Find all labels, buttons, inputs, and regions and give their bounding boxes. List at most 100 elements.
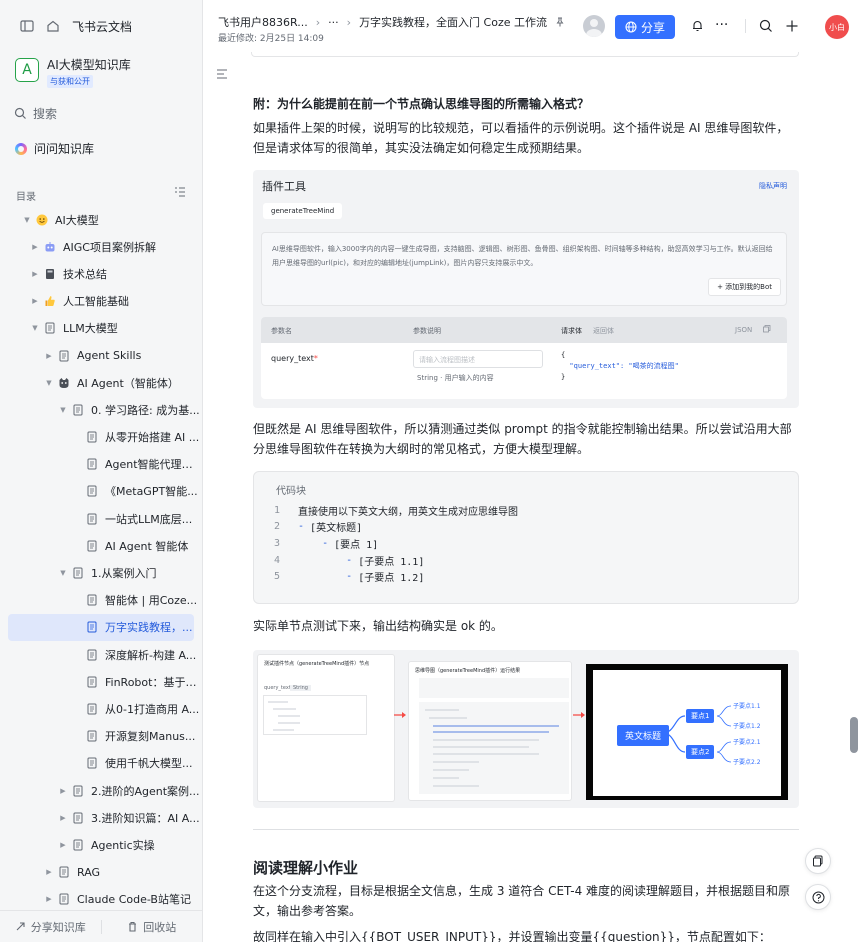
sidebar-tree-item[interactable]: 智能体 | 用Coze... xyxy=(0,587,202,614)
code-line: 1 直接使用以下英文大纲，用英文生成对应思维导图 xyxy=(274,502,518,519)
document-icon xyxy=(86,485,98,497)
plugin-param-table: 参数名 参数说明 请求体 返回体 JSON query_text* 请输入流程图… xyxy=(261,317,787,399)
chevron-down-icon[interactable]: ▼ xyxy=(58,568,68,578)
sidebar-tree-item-label: Agentic实操 xyxy=(91,838,155,852)
code-text: [英文标题] xyxy=(310,523,363,535)
breadcrumb-more[interactable]: ··· xyxy=(328,16,339,29)
sidebar-tree-item[interactable]: 深度解析-构建 A... xyxy=(0,641,202,668)
copy-link-button[interactable] xyxy=(805,848,831,874)
sidebar-tree-item[interactable]: 一站式LLM底层... xyxy=(0,505,202,532)
chevron-down-icon[interactable]: ▼ xyxy=(30,323,40,333)
collapse-sidebar-icon[interactable] xyxy=(20,19,34,33)
ask-knowledge-base[interactable]: 问问知识库 xyxy=(15,140,94,157)
code-block-label: 代码块 xyxy=(276,486,306,497)
chevron-right-icon[interactable]: ▶ xyxy=(30,296,40,306)
toc-options-icon[interactable] xyxy=(174,186,186,198)
json-line: "query_text": "喝茶的流程图" xyxy=(561,362,679,370)
sidebar-tree-item[interactable]: ▼ AI Agent（智能体） xyxy=(0,369,202,396)
param-name: query_text* xyxy=(271,354,318,363)
chevron-right-icon[interactable]: ▶ xyxy=(58,840,68,850)
sidebar-tree-item[interactable]: 从零开始搭建 AI ... xyxy=(0,424,202,451)
sidebar-tree-item[interactable]: 《MetaGPT智能... xyxy=(0,478,202,505)
chevron-right-icon[interactable]: ▶ xyxy=(30,269,40,279)
sidebar-tree-item[interactable]: 使用千帆大模型... xyxy=(0,750,202,777)
doc-content: 附：为什么能提前在前一个节点确认思维导图的所需输入格式？ 如果插件上架的时候，说… xyxy=(203,52,847,942)
bell-icon[interactable] xyxy=(691,19,704,32)
scrollbar-thumb[interactable] xyxy=(850,717,858,753)
sidebar-tree-item-label: AI Agent 智能体 xyxy=(105,539,189,553)
col-param-desc: 参数说明 xyxy=(413,327,441,335)
mind-map-result: 英文标题 要点1 要点2 子要点1.1 子要点1.2 子要点2.1 子要点2.2 xyxy=(586,664,788,800)
chevron-down-icon[interactable]: ▼ xyxy=(58,405,68,415)
previous-block-edge xyxy=(251,52,799,57)
plugin-name-tag: generateTreeMind xyxy=(263,203,343,219)
list-dash: - xyxy=(298,521,311,533)
pin-icon[interactable] xyxy=(555,17,565,27)
sidebar-tree-item[interactable]: ▼ 0. 学习路径: 成为基... xyxy=(0,396,202,423)
chevron-right-icon[interactable]: ▶ xyxy=(58,786,68,796)
sidebar-tree-item[interactable]: ▼ LLM大模型 xyxy=(0,315,202,342)
code-block[interactable]: 代码块 1 直接使用以下英文大纲，用英文生成对应思维导图 2 - [英文标题] 3 - … xyxy=(253,471,799,604)
sidebar-tree-item[interactable]: ▶ RAG xyxy=(0,859,202,886)
document-icon xyxy=(86,621,98,633)
sidebar-tree-item-label: AI大模型 xyxy=(55,213,99,227)
share-button[interactable]: 分享 xyxy=(615,15,675,39)
sidebar-search[interactable]: 搜索 xyxy=(14,105,57,122)
section-divider xyxy=(253,829,799,830)
help-button[interactable] xyxy=(805,884,831,910)
share-knowledge-base-button[interactable]: 分享知识库 xyxy=(0,919,101,935)
sidebar-tree-item[interactable]: FinRobot：基于L... xyxy=(0,668,202,695)
plus-icon[interactable] xyxy=(785,19,799,33)
ai-assistant-icon xyxy=(15,142,27,155)
user-avatar[interactable]: 小白 xyxy=(825,15,849,39)
document-icon xyxy=(86,431,98,443)
doc-title[interactable]: 万字实践教程，全面入门 Coze 工作流 xyxy=(359,14,547,30)
sidebar-tree-item[interactable]: AI Agent 智能体 xyxy=(0,532,202,559)
param-table-header: 参数名 参数说明 请求体 返回体 JSON xyxy=(261,317,787,343)
content-scrollbar[interactable] xyxy=(847,52,865,942)
globe-icon xyxy=(625,21,637,33)
chevron-right-icon[interactable]: ▶ xyxy=(44,894,54,904)
sidebar-tree-item-label: 2.进阶的Agent案例... xyxy=(91,784,200,798)
knowledge-base-header[interactable]: A AI大模型知识库 与获和公开 xyxy=(15,58,131,88)
sidebar-tree-item[interactable]: ▼ 1.从案例入门 xyxy=(0,559,202,586)
collaborator-avatar[interactable] xyxy=(583,15,605,37)
sidebar-tree-item[interactable]: 从0-1打造商用 A... xyxy=(0,695,202,722)
chevron-down-icon[interactable]: ▼ xyxy=(44,378,54,388)
sidebar-tree-item[interactable]: ▶ 2.进阶的Agent案例... xyxy=(0,777,202,804)
chevron-right-icon[interactable]: ▶ xyxy=(30,242,40,252)
chevron-right-icon[interactable]: ▶ xyxy=(44,867,54,877)
home-icon[interactable] xyxy=(46,19,60,33)
workflow-test-screenshot: 测试插件节点（generateTreeMind插件）节点 query_text … xyxy=(253,650,799,808)
breadcrumb-user[interactable]: 飞书用户8836R... xyxy=(218,14,308,30)
app-title[interactable]: 飞书云文档 xyxy=(72,18,132,35)
line-number: 3 xyxy=(274,537,281,549)
sidebar-tree-item[interactable]: Agent智能代理开... xyxy=(0,451,202,478)
arrow-icon xyxy=(573,712,585,718)
sidebar-tree-item[interactable]: ▶ Agent Skills xyxy=(0,342,202,369)
outline-icon[interactable] xyxy=(216,68,228,80)
sidebar-tree-item[interactable]: 万字实践教程，... xyxy=(8,613,194,641)
chevron-right-icon[interactable]: ▶ xyxy=(44,351,54,361)
document-icon xyxy=(86,676,98,688)
sidebar-tree-item[interactable]: ▼ AI大模型 xyxy=(0,206,202,233)
line-number: 1 xyxy=(274,504,281,516)
sidebar-tree-item[interactable]: ▶ 3.进阶知识篇：AI A... xyxy=(0,804,202,831)
test-node-param: query_text xyxy=(264,685,291,691)
copy-icon xyxy=(763,325,771,335)
sidebar-tree-item[interactable]: ▶ Claude Code-B站笔记 xyxy=(0,886,202,913)
sidebar-tree-item[interactable]: ▶ Agentic实操 xyxy=(0,831,202,858)
search-icon[interactable] xyxy=(759,19,773,33)
chevron-right-icon[interactable]: ▶ xyxy=(58,813,68,823)
sidebar-tree-item[interactable]: 开源复刻Manus... xyxy=(0,723,202,750)
sidebar-tree-item[interactable]: ▶ 人工智能基础 xyxy=(0,288,202,315)
paragraph-format-guess: 但既然是 AI 思维导图软件，所以猜测通过类似 prompt 的指令就能控制输出… xyxy=(253,422,792,456)
chevron-down-icon[interactable]: ▼ xyxy=(22,215,32,225)
trash-icon xyxy=(127,921,138,932)
sidebar-tree-item[interactable]: ▶ AIGC项目案例拆解 xyxy=(0,233,202,260)
more-options-icon[interactable]: ··· xyxy=(715,17,728,33)
sidebar-tree-item-label: 从零开始搭建 AI ... xyxy=(105,431,200,445)
document-icon xyxy=(72,785,84,797)
trash-button[interactable]: 回收站 xyxy=(102,919,203,935)
sidebar-tree-item[interactable]: ▶ 技术总结 xyxy=(0,260,202,287)
